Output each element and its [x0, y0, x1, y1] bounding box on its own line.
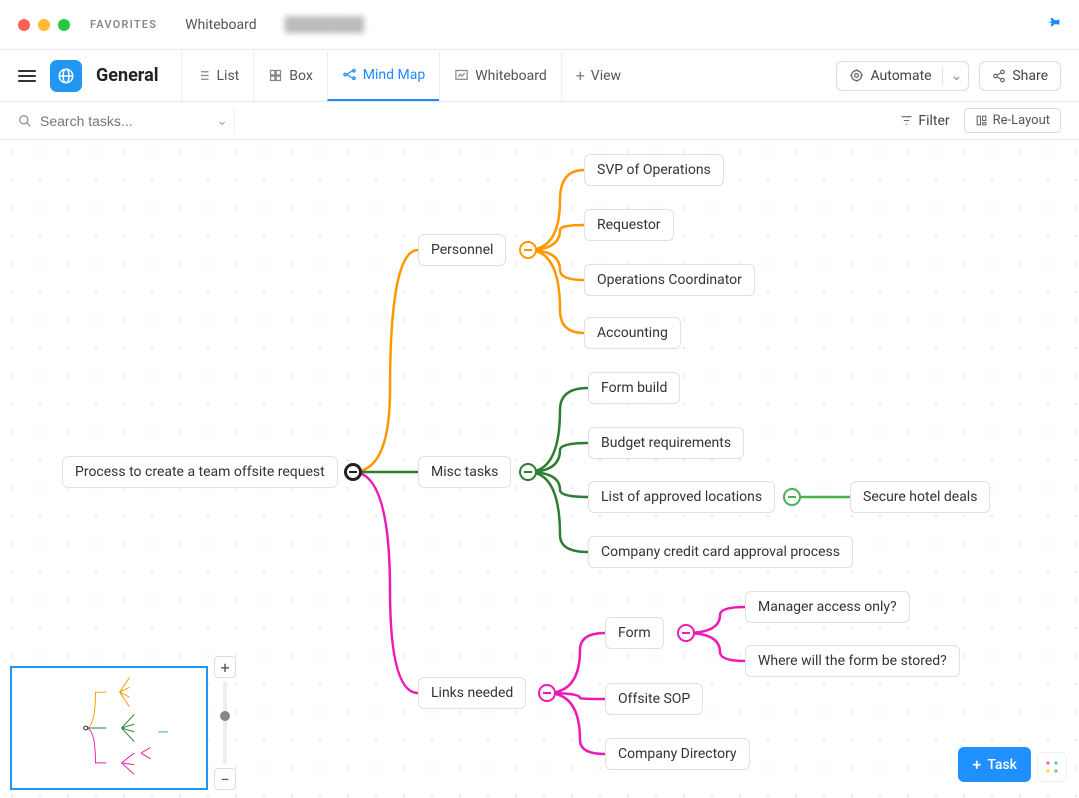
automate-button[interactable]: Automate ⌄: [836, 61, 969, 91]
node-links-needed[interactable]: Links needed: [418, 677, 526, 709]
node-cc-approval[interactable]: Company credit card approval process: [588, 536, 853, 568]
collapse-toggle-personnel[interactable]: [519, 241, 537, 259]
mindmap-canvas[interactable]: Process to create a team offsite request…: [0, 140, 1079, 798]
relayout-label: Re-Layout: [993, 113, 1050, 128]
zoom-in-button[interactable]: +: [214, 656, 236, 678]
pin-icon[interactable]: [1047, 15, 1061, 34]
node-budget[interactable]: Budget requirements: [588, 427, 744, 459]
add-view-label: View: [591, 68, 621, 84]
minimize-window[interactable]: [38, 19, 50, 31]
node-personnel[interactable]: Personnel: [418, 234, 506, 266]
node-hotel-deals[interactable]: Secure hotel deals: [850, 481, 990, 513]
collapse-toggle-misc[interactable]: [519, 463, 537, 481]
view-whiteboard-label: Whiteboard: [475, 68, 547, 84]
favorites-label: FAVORITES: [90, 18, 157, 31]
filter-label: Filter: [918, 113, 949, 129]
search-input[interactable]: [40, 113, 180, 129]
space-icon[interactable]: [50, 60, 82, 92]
apps-button[interactable]: [1037, 752, 1067, 782]
collapse-toggle-locations[interactable]: [783, 488, 801, 506]
close-window[interactable]: [18, 19, 30, 31]
node-ops-coordinator[interactable]: Operations Coordinator: [584, 264, 755, 296]
search-icon: [18, 114, 32, 128]
tab-whiteboard[interactable]: Whiteboard: [185, 17, 257, 33]
menu-button[interactable]: [18, 70, 36, 82]
mindmap-root-node[interactable]: Process to create a team offsite request: [62, 456, 338, 488]
view-mindmap-label: Mind Map: [363, 67, 425, 83]
view-whiteboard[interactable]: Whiteboard: [439, 51, 561, 101]
zoom-out-button[interactable]: −: [214, 768, 236, 790]
node-offsite-sop[interactable]: Offsite SOP: [605, 683, 703, 715]
space-title[interactable]: General: [96, 65, 159, 86]
zoom-slider[interactable]: [223, 682, 227, 764]
node-form[interactable]: Form: [605, 617, 664, 649]
automate-label: Automate: [870, 68, 931, 84]
add-view[interactable]: + View: [561, 51, 635, 101]
node-form-storage[interactable]: Where will the form be stored?: [745, 645, 960, 677]
node-form-build[interactable]: Form build: [588, 372, 680, 404]
divider: [234, 109, 235, 133]
view-box[interactable]: Box: [253, 51, 327, 101]
view-mindmap[interactable]: Mind Map: [327, 51, 439, 101]
traffic-lights: [18, 19, 70, 31]
node-accounting[interactable]: Accounting: [584, 317, 681, 349]
window-tabbar: FAVORITES Whiteboard ████████: [0, 0, 1079, 50]
filter-button[interactable]: Filter: [900, 113, 949, 129]
view-list-label: List: [217, 68, 240, 84]
share-button[interactable]: Share: [979, 61, 1061, 91]
tab-redacted[interactable]: ████████: [285, 16, 364, 33]
share-label: Share: [1012, 68, 1048, 84]
collapse-toggle-root[interactable]: [344, 463, 362, 481]
relayout-button[interactable]: Re-Layout: [964, 108, 1061, 133]
collapse-toggle-form[interactable]: [677, 624, 695, 642]
zoom-handle[interactable]: [220, 711, 230, 721]
new-task-button[interactable]: + Task: [958, 747, 1031, 782]
chevron-down-icon[interactable]: ⌄: [216, 113, 228, 129]
node-company-dir[interactable]: Company Directory: [605, 738, 750, 770]
node-manager-access[interactable]: Manager access only?: [745, 591, 910, 623]
search-box[interactable]: ⌄: [18, 113, 228, 129]
plus-icon: +: [972, 755, 981, 774]
new-task-label: Task: [987, 757, 1017, 773]
view-box-label: Box: [289, 68, 313, 84]
search-bar: ⌄ Filter Re-Layout: [0, 102, 1079, 140]
maximize-window[interactable]: [58, 19, 70, 31]
view-tabs: List Box Mind Map Whiteboard + View: [181, 51, 636, 101]
node-requestor[interactable]: Requestor: [584, 209, 674, 241]
minimap[interactable]: [10, 666, 208, 790]
collapse-toggle-links[interactable]: [538, 684, 556, 702]
zoom-control: + −: [214, 656, 236, 790]
chevron-down-icon: ⌄: [942, 68, 963, 84]
node-locations[interactable]: List of approved locations: [588, 481, 775, 513]
node-svp-operations[interactable]: SVP of Operations: [584, 154, 724, 186]
plus-icon: +: [576, 66, 585, 85]
view-list[interactable]: List: [181, 51, 254, 101]
node-misc-tasks[interactable]: Misc tasks: [418, 456, 511, 488]
toolbar: General List Box Mind Map Whiteboard + V…: [0, 50, 1079, 102]
